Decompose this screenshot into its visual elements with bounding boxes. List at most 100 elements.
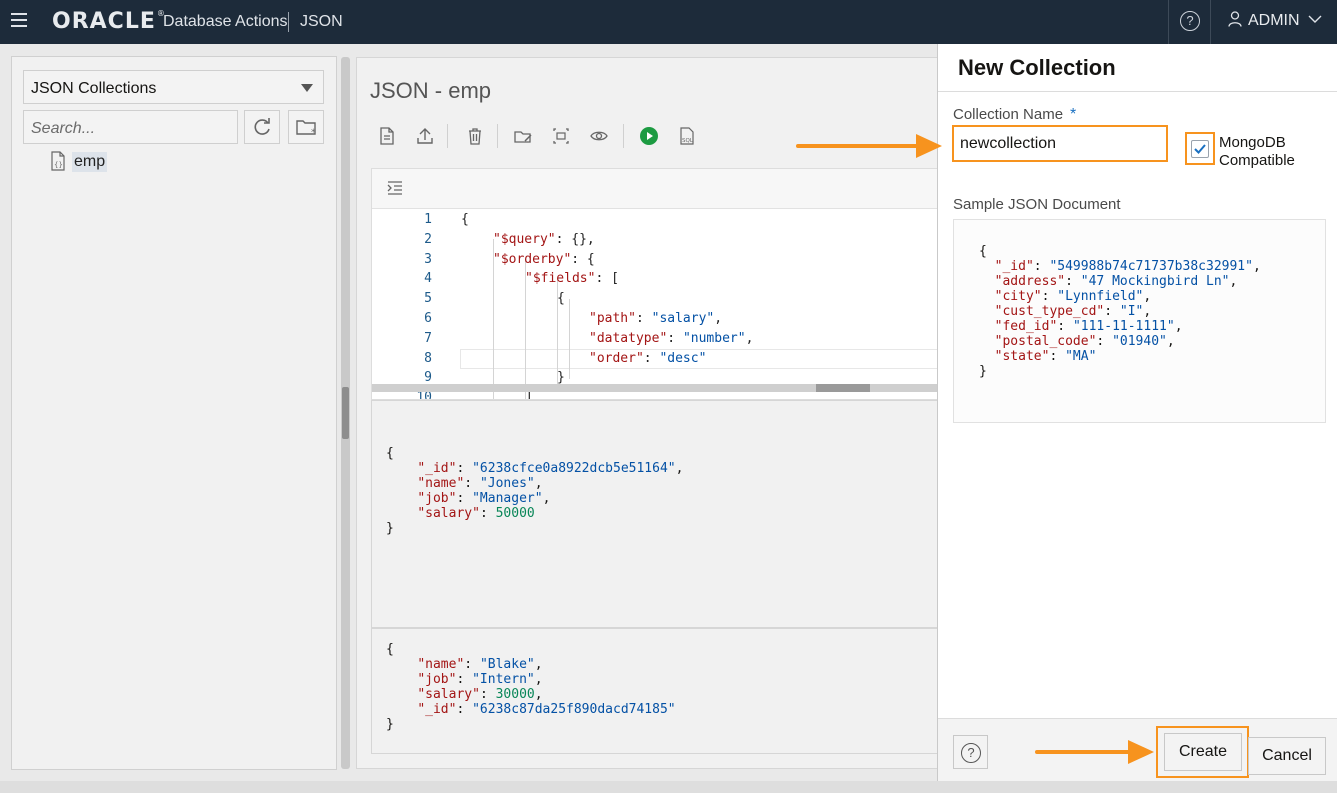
code-punctuation: , — [714, 311, 723, 326]
code-punctuation: , — [1252, 259, 1261, 274]
json-key: "datatype" — [589, 330, 668, 346]
create-button[interactable]: Create — [1164, 733, 1242, 771]
user-name: ADMIN — [1248, 12, 1300, 29]
json-string: "MA" — [1065, 349, 1097, 364]
code-line: "order": "desc" — [589, 351, 706, 366]
code-punctuation: : — [635, 311, 652, 326]
upload-icon[interactable] — [415, 126, 435, 146]
collection-name-value: newcollection — [960, 135, 1057, 152]
new-collection-dialog: New Collection Collection Name * newcolle… — [937, 44, 1337, 782]
top-bar: ORACLE® Database Actions JSON ? ADMIN — [0, 0, 1337, 44]
dialog-title: New Collection — [958, 55, 1116, 80]
code-punctuation: : { — [571, 251, 595, 267]
json-key: "address" — [994, 274, 1066, 289]
code-punctuation: , — [1229, 274, 1238, 289]
code-punctuation: : — [1057, 319, 1073, 334]
code-punctuation: , — [534, 657, 543, 672]
arrow-shaft — [796, 144, 920, 148]
json-key: "cust_type_cd" — [994, 304, 1105, 319]
svg-text:SQL: SQL — [682, 138, 694, 144]
help-icon[interactable]: ? — [1180, 11, 1200, 31]
code-punctuation: : — [1049, 349, 1066, 364]
json-key: "$query" — [493, 231, 556, 247]
json-string: "desc" — [659, 350, 707, 366]
result-document-1[interactable]: { "_id": "6238cfce0a8922dcb5e51164", "na… — [371, 400, 957, 628]
code-line: "path": "salary", — [589, 311, 722, 326]
tree-item-label: emp — [72, 152, 108, 172]
cancel-button[interactable]: Cancel — [1248, 737, 1326, 775]
scrollbar-thumb[interactable] — [816, 384, 870, 392]
horizontal-scrollbar[interactable] — [372, 384, 958, 392]
dialog-help-button[interactable]: ? — [953, 735, 988, 769]
line-number: 4 — [424, 271, 432, 287]
mongodb-compatible-checkbox[interactable] — [1191, 140, 1209, 158]
json-key: "order" — [589, 350, 644, 366]
run-query-icon[interactable] — [639, 126, 659, 146]
toolbar-divider — [497, 124, 498, 148]
app-title: JSON — [300, 13, 343, 30]
collection-name-label-text: Collection Name — [953, 106, 1064, 123]
select-region-icon[interactable] — [551, 126, 571, 146]
sql-icon[interactable]: SQL — [677, 126, 697, 146]
json-key: "postal_code" — [994, 334, 1097, 349]
splitter-handle[interactable] — [342, 387, 349, 439]
code-punctuation: { — [979, 244, 987, 259]
panel-splitter[interactable] — [341, 57, 350, 769]
collections-panel: JSON Collections Search... * {} emp — [11, 56, 337, 770]
refresh-button[interactable] — [244, 110, 280, 144]
trash-icon[interactable] — [465, 126, 485, 146]
code-punctuation: , — [745, 330, 754, 346]
format-indent-icon[interactable] — [386, 179, 404, 197]
user-menu[interactable]: ADMIN — [1228, 11, 1322, 30]
folder-edit-icon[interactable] — [513, 126, 533, 146]
json-document: { "_id": "6238cfce0a8922dcb5e51164", "na… — [386, 446, 683, 536]
view-icon[interactable] — [589, 126, 609, 146]
code-punctuation: : — [456, 461, 473, 476]
caret-down-icon — [301, 84, 313, 92]
collection-type-select[interactable]: JSON Collections — [23, 70, 324, 104]
query-code-area[interactable]: 1{2 "$query": {}, 3 "$orderby": {4 "$fields"… — [372, 209, 958, 399]
json-string: "47 Mockingbird Ln" — [1080, 274, 1230, 289]
json-string: "number" — [682, 330, 746, 346]
code-line: "$query": {}, — [493, 232, 595, 247]
json-key: "salary" — [417, 687, 480, 702]
json-key: "fed_id" — [994, 319, 1058, 334]
new-collection-button[interactable]: * — [288, 110, 324, 144]
code-punctuation: } — [979, 364, 987, 379]
json-key: "_id" — [417, 702, 457, 717]
line-number: 7 — [424, 330, 432, 346]
json-key: "_id" — [994, 259, 1034, 274]
collection-name-input[interactable]: newcollection — [952, 125, 1168, 162]
code-punctuation: , — [542, 491, 551, 506]
json-string: "Lynnfield" — [1057, 289, 1144, 304]
new-document-icon[interactable] — [377, 126, 397, 146]
json-key: "city" — [994, 289, 1042, 304]
arrow-head — [1128, 740, 1154, 764]
status-strip — [0, 781, 1337, 793]
chevron-down-icon — [1308, 15, 1322, 23]
collection-search-input[interactable]: Search... — [23, 110, 238, 144]
code-punctuation: : — [667, 330, 683, 346]
code-punctuation: } — [386, 521, 394, 536]
mongodb-compatible-label[interactable]: MongoDB Compatible — [1219, 134, 1329, 170]
code-punctuation: , — [1143, 289, 1152, 304]
result-document-2[interactable]: { "name": "Blake", "job": "Intern", "sal… — [371, 628, 957, 754]
mongodb-label-line2: Compatible — [1219, 152, 1295, 169]
code-punctuation: , — [675, 461, 684, 476]
line-number: 2 — [424, 231, 432, 247]
dialog-divider — [938, 91, 1337, 92]
hamburger-menu-icon[interactable] — [11, 13, 27, 27]
json-string: "Manager" — [472, 491, 543, 506]
title-separator — [288, 12, 289, 32]
json-key: "name" — [417, 657, 465, 672]
json-string: "Intern" — [472, 672, 535, 687]
code-line: "datatype": "number", — [589, 331, 753, 346]
